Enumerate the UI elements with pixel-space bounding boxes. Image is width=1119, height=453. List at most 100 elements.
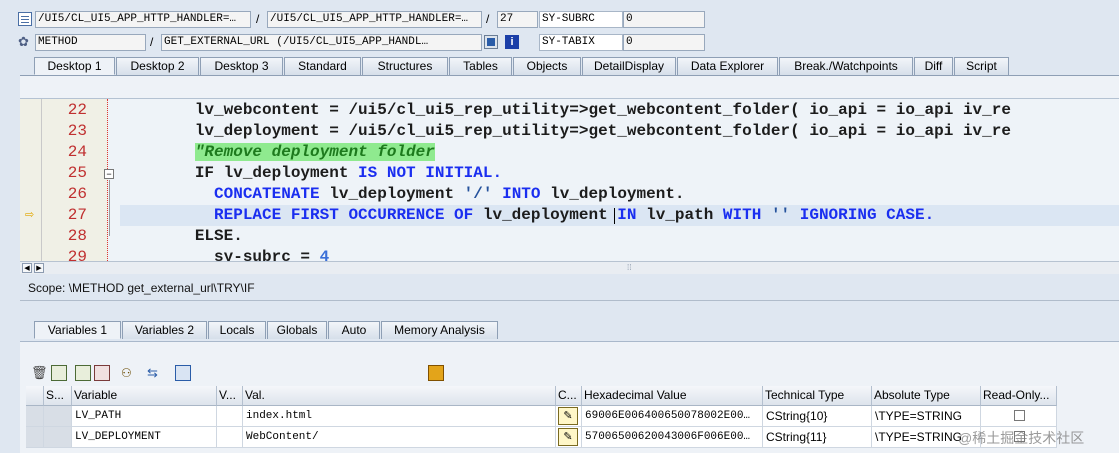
value-cell[interactable]: index.html [243, 406, 556, 427]
horizontal-scrollbar[interactable]: ◀ ▶ ⁞⁞ [20, 261, 1119, 274]
col-header-hex[interactable]: Hexadecimal Value [582, 386, 763, 406]
col-header-v[interactable]: V... [217, 386, 243, 406]
pencil-icon[interactable]: ✎ [558, 428, 578, 446]
separator: / [150, 35, 154, 49]
line-number: 28 [67, 227, 87, 245]
code-text: lv_deployment = /ui5/cl_ui5_rep_utility=… [118, 122, 1011, 140]
text-cursor [614, 208, 615, 224]
code-line[interactable]: 25 IF lv_deployment IS NOT INITIAL. [20, 163, 1119, 184]
code-text: ELSE. [118, 227, 243, 245]
line-number: 27 [67, 206, 87, 224]
source-editor[interactable]: 22 lv_webcontent = /ui5/cl_ui5_rep_utili… [20, 98, 1119, 261]
hierarchy-icon[interactable]: ⚇ [121, 365, 137, 381]
line-number-field[interactable]: 27 [497, 11, 538, 28]
line-number: 29 [67, 248, 87, 261]
col-header-status[interactable]: S... [44, 386, 72, 406]
fold-toggle[interactable]: − [104, 169, 114, 179]
code-line[interactable]: 28 ELSE. [20, 226, 1119, 247]
code-text: IF lv_deployment IS NOT INITIAL. [118, 164, 503, 182]
source-icon [18, 12, 32, 26]
col-header-absolute-type[interactable]: Absolute Type [872, 386, 981, 406]
include-field[interactable]: /UI5/CL_UI5_APP_HTTP_HANDLER=… [267, 11, 482, 28]
import-icon[interactable] [51, 365, 67, 381]
tab-detaildisplay[interactable]: DetailDisplay [582, 57, 676, 75]
technical-type-cell: CString{11} [763, 427, 872, 448]
variable-cell[interactable]: LV_DEPLOYMENT [72, 427, 217, 448]
code-text: CONCATENATE lv_deployment '/' INTO lv_de… [214, 185, 685, 203]
tab-data-explorer[interactable]: Data Explorer [677, 57, 778, 75]
row-selector[interactable] [26, 406, 44, 427]
code-text: sy-subrc = 4 [118, 248, 330, 261]
tab-objects[interactable]: Objects [513, 57, 581, 75]
code-text: lv_webcontent = /ui5/cl_ui5_rep_utility=… [118, 101, 1011, 119]
separator: / [486, 12, 490, 26]
variable-cell[interactable]: LV_PATH [72, 406, 217, 427]
scroll-left-icon[interactable]: ◀ [22, 263, 32, 273]
scope-label: Scope: \METHOD get_external_url\TRY\IF [28, 281, 255, 295]
col-header-technical-type[interactable]: Technical Type [763, 386, 872, 406]
tab-desktop-1[interactable]: Desktop 1 [34, 57, 115, 75]
absolute-type-cell: \TYPE=STRING [872, 406, 981, 427]
code-line[interactable]: 22 lv_webcontent = /ui5/cl_ui5_rep_utili… [20, 100, 1119, 121]
var-name-field[interactable]: SY-SUBRC [539, 11, 623, 28]
scroll-right-icon[interactable]: ▶ [34, 263, 44, 273]
tab-tables[interactable]: Tables [449, 57, 512, 75]
divider [20, 300, 1119, 301]
method-field[interactable]: GET_EXTERNAL_URL (/UI5/CL_UI5_APP_HANDL… [161, 34, 482, 51]
read-only-cell [981, 406, 1057, 427]
tab-globals[interactable]: Globals [267, 321, 327, 339]
window-icon[interactable] [175, 365, 191, 381]
display-object-icon[interactable] [484, 35, 498, 49]
tab-standard[interactable]: Standard [284, 57, 361, 75]
kind-field[interactable]: METHOD [35, 34, 146, 51]
line-number: 23 [67, 122, 87, 140]
delete-icon[interactable]: 🗑 [31, 365, 48, 381]
tab-script[interactable]: Script [954, 57, 1009, 75]
code-line[interactable]: 26 CONCATENATE lv_deployment '/' INTO lv… [20, 184, 1119, 205]
var-name-field-2[interactable]: SY-TABIX [539, 34, 623, 51]
variables-grid: 🗑 ⚇ ⇆ S... Variable V... Val. C... Hexad… [20, 341, 1119, 453]
pencil-icon[interactable]: ✎ [558, 407, 578, 425]
program-field[interactable]: /UI5/CL_UI5_APP_HTTP_HANDLER=… [35, 11, 251, 28]
row-selector-header [26, 386, 44, 406]
tab-memory-analysis[interactable]: Memory Analysis [381, 321, 498, 339]
row-selector[interactable] [26, 427, 44, 448]
change-cell[interactable]: ✎ [556, 427, 582, 448]
tab-variables-1[interactable]: Variables 1 [34, 321, 121, 339]
tab-desktop-2[interactable]: Desktop 2 [116, 57, 199, 75]
line-number: 24 [67, 143, 87, 161]
value-cell[interactable]: WebContent/ [243, 427, 556, 448]
tab-breakpoints[interactable]: Break./Watchpoints [779, 57, 913, 75]
layout-icon[interactable] [94, 365, 110, 381]
col-header-value[interactable]: Val. [243, 386, 556, 406]
save-icon[interactable] [428, 365, 444, 381]
change-cell[interactable]: ✎ [556, 406, 582, 427]
col-header-variable[interactable]: Variable [72, 386, 217, 406]
code-line[interactable]: 24 "Remove deployment folder [20, 142, 1119, 163]
variable-tabs: Variables 1 Variables 2 Locals Globals A… [34, 321, 499, 339]
col-header-change[interactable]: C... [556, 386, 582, 406]
tab-desktop-3[interactable]: Desktop 3 [200, 57, 283, 75]
technical-type-cell: CString{10} [763, 406, 872, 427]
export-icon[interactable] [75, 365, 91, 381]
tab-structures[interactable]: Structures [362, 57, 448, 75]
code-line[interactable]: 27 REPLACE FIRST OCCURRENCE OF lv_deploy… [20, 205, 1119, 226]
status-cell [44, 406, 72, 427]
read-only-checkbox[interactable] [1014, 410, 1025, 421]
method-icon: ✿ [18, 34, 29, 49]
tab-locals[interactable]: Locals [208, 321, 266, 339]
col-header-read-only[interactable]: Read-Only... [981, 386, 1057, 406]
code-line[interactable]: 29 sy-subrc = 4 [20, 247, 1119, 261]
scroll-grip-icon[interactable]: ⁞⁞ [627, 264, 637, 272]
watermark: @稀土掘金技术社区 [958, 430, 1085, 446]
navigate-icon[interactable]: ⇆ [147, 365, 163, 381]
info-icon[interactable]: i [505, 35, 519, 49]
code-line[interactable]: 23 lv_deployment = /ui5/cl_ui5_rep_utili… [20, 121, 1119, 142]
tab-auto[interactable]: Auto [328, 321, 380, 339]
code-text: REPLACE FIRST OCCURRENCE OF lv_deploymen… [214, 206, 935, 224]
tab-diff[interactable]: Diff [914, 57, 953, 75]
var-value-field[interactable]: 0 [623, 11, 705, 28]
line-number: 26 [67, 185, 87, 203]
var-value-field-2[interactable]: 0 [623, 34, 705, 51]
tab-variables-2[interactable]: Variables 2 [122, 321, 207, 339]
